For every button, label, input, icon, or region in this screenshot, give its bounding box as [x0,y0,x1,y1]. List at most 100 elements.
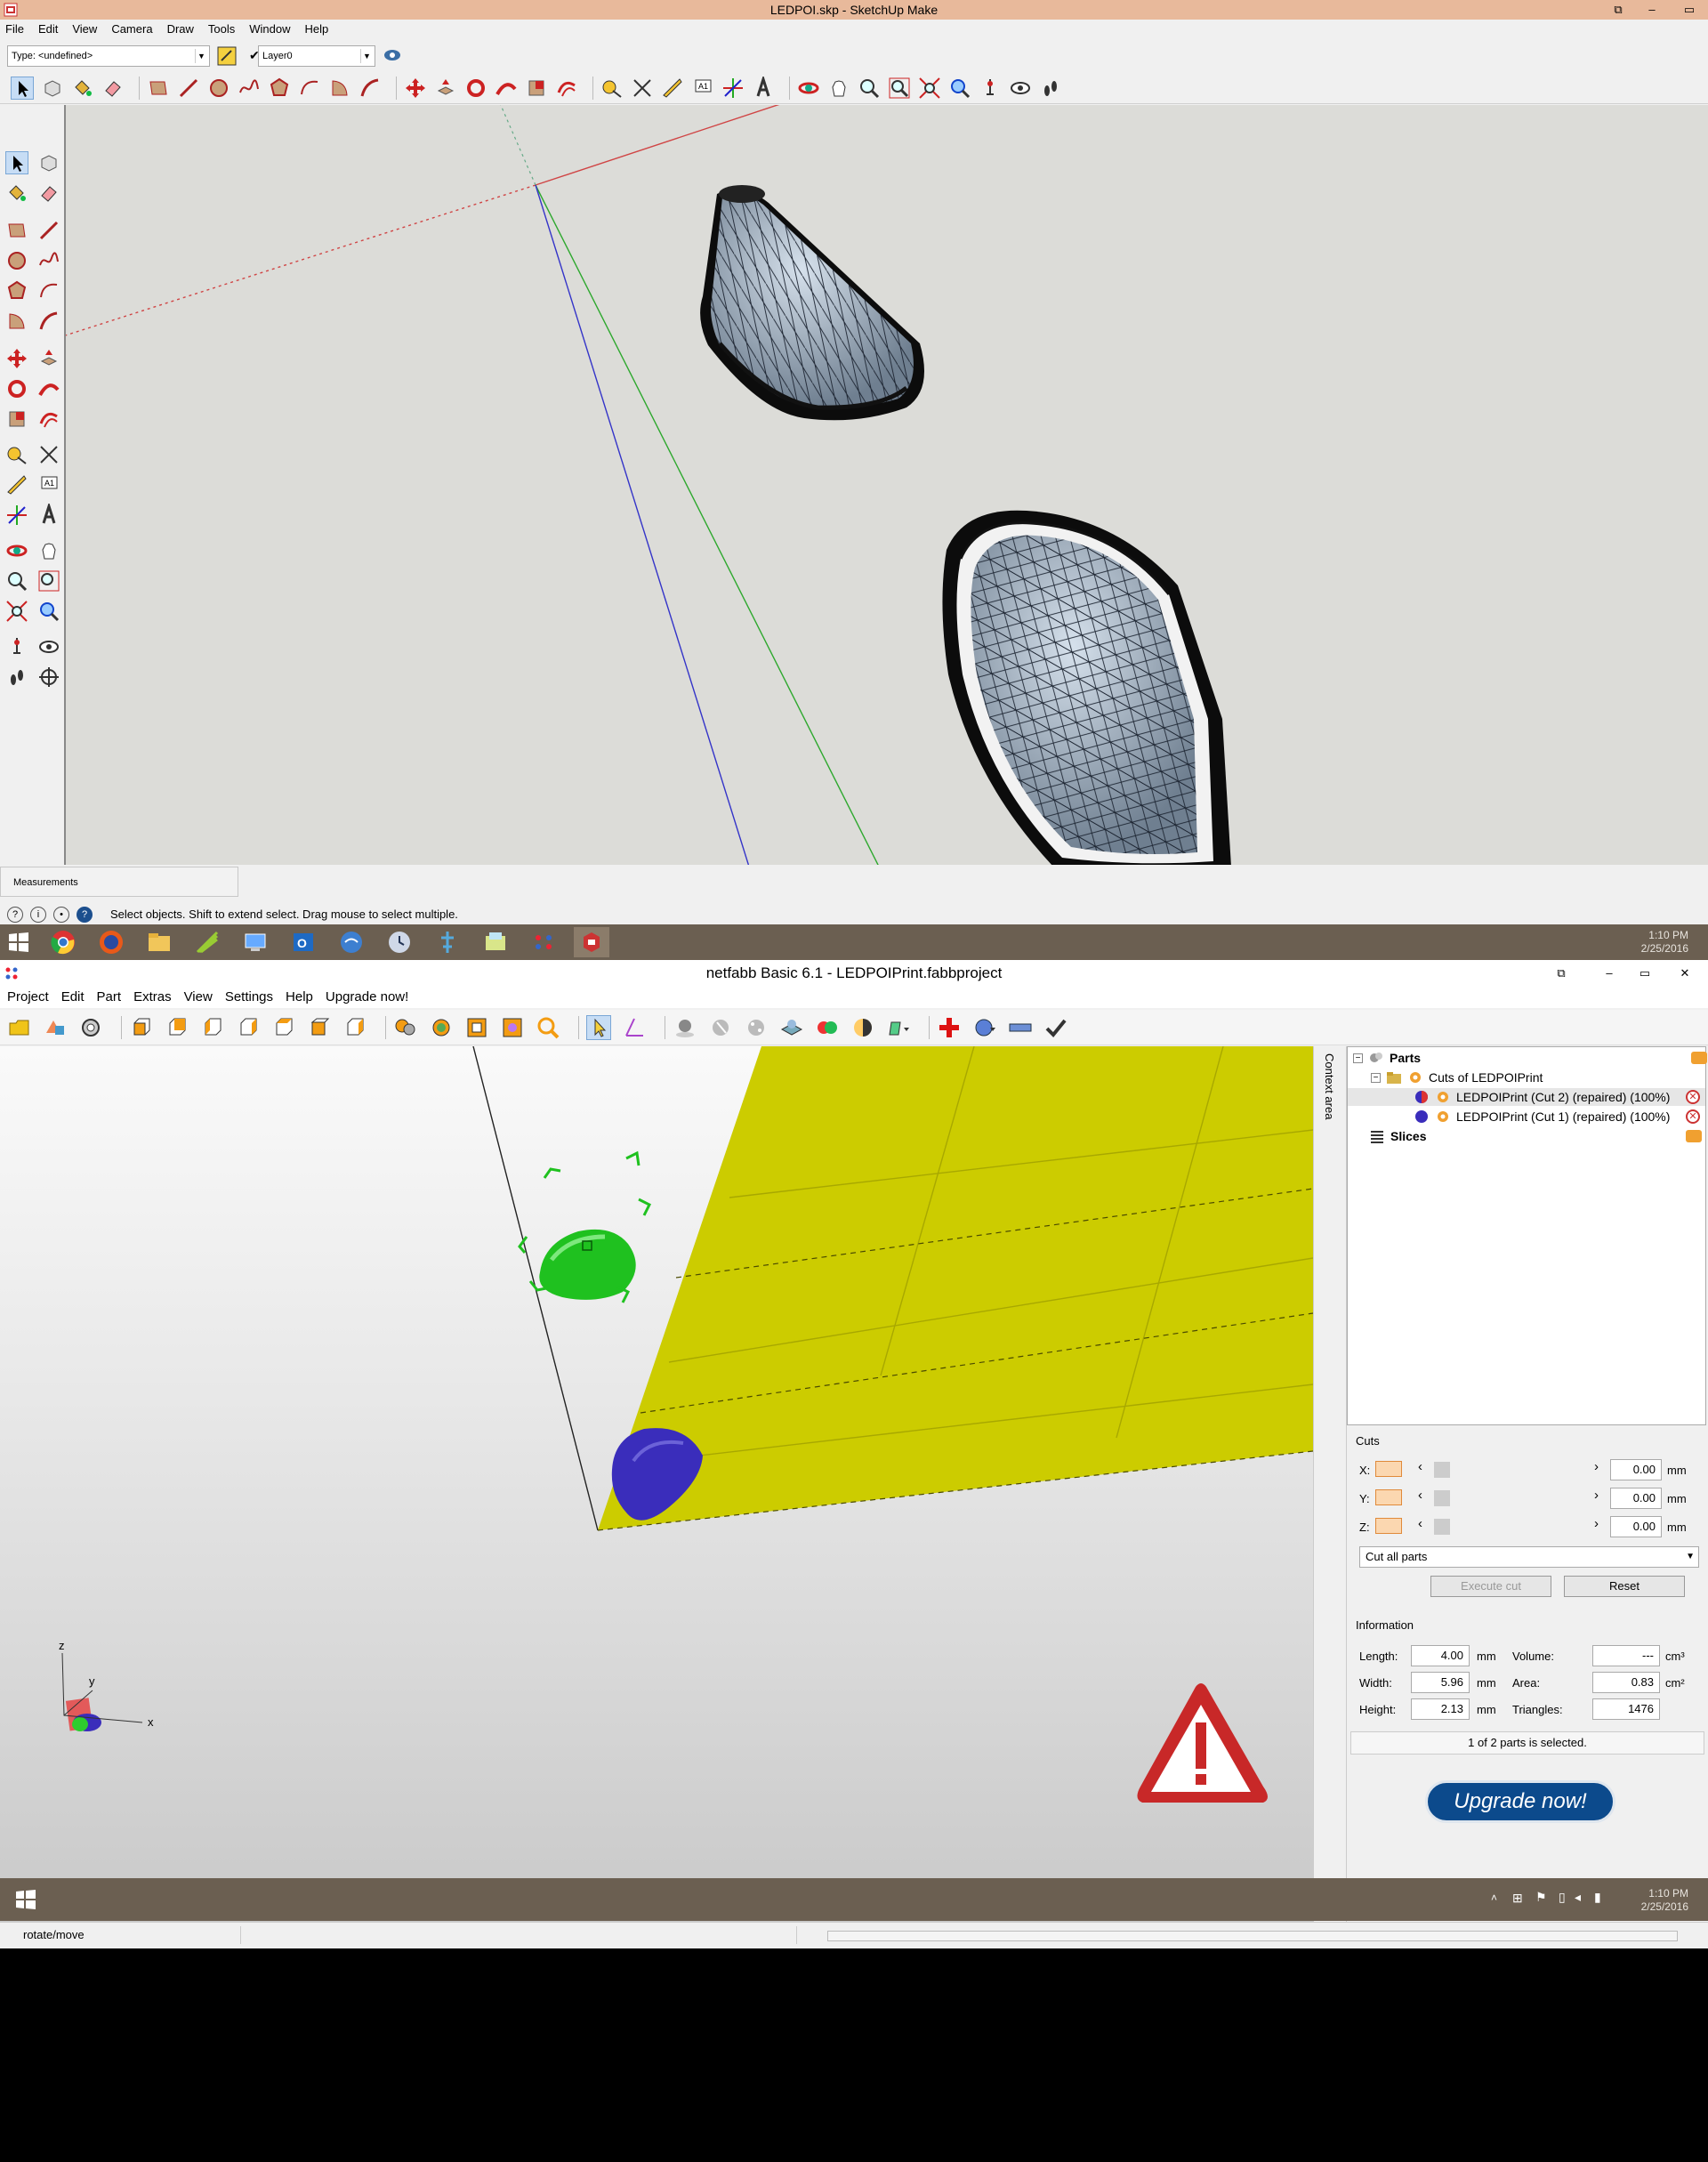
follow-me-icon[interactable] [37,377,60,400]
view-left-icon[interactable] [200,1015,225,1040]
ruler-icon[interactable] [1008,1015,1033,1040]
zoom-tool-icon[interactable] [858,77,881,100]
view-bottom-icon[interactable] [307,1015,332,1040]
select-tool-icon[interactable] [5,151,28,174]
paint-bucket-icon[interactable] [5,182,28,205]
rotate-tool-icon[interactable] [5,377,28,400]
remove-part-icon[interactable]: ✕ [1686,1090,1700,1104]
offset-tool-icon[interactable] [555,77,578,100]
context-area-collapsed[interactable]: Context area [1313,1046,1347,1922]
cut-x-slider-thumb[interactable] [1434,1462,1450,1478]
eraser-icon[interactable] [101,77,125,100]
arc-tool-icon[interactable] [37,279,60,303]
freehand-tool-icon[interactable] [238,77,261,100]
zoom-all-icon[interactable] [393,1015,418,1040]
dimension-tool-icon[interactable] [37,443,60,466]
measure-icon[interactable] [622,1015,647,1040]
execute-cut-button[interactable]: Execute cut [1430,1576,1551,1597]
open-folder-icon[interactable] [7,1015,32,1040]
section-plane-icon[interactable] [37,666,60,689]
previous-view-icon[interactable] [948,77,971,100]
maximize-button[interactable]: ▭ [1676,0,1703,20]
menu-help[interactable]: Help [305,20,329,39]
orbit-tool-icon[interactable] [797,77,820,100]
network-icon[interactable] [238,927,273,957]
axes-tool-icon[interactable] [5,504,28,527]
sketchup-leaf-icon[interactable] [189,927,225,957]
zoom-platform-icon[interactable] [464,1015,489,1040]
menu-help[interactable]: Help [286,987,313,1008]
cut-x-increment[interactable]: › [1594,1459,1599,1474]
wifi-icon[interactable] [334,927,369,957]
outlook-icon[interactable]: O [286,927,321,957]
clock-icon[interactable] [382,927,417,957]
freehand-tool-icon[interactable] [37,249,60,272]
orbit-tool-icon[interactable] [5,539,28,562]
cut-mode-select[interactable]: Cut all parts ▼ [1359,1546,1699,1568]
folder-icon[interactable] [478,927,513,957]
mesh-view-icon[interactable] [708,1015,733,1040]
scale-tool-icon[interactable] [5,407,28,431]
cut-y-slider-thumb[interactable] [1434,1490,1450,1506]
menu-part[interactable]: Part [97,987,122,1008]
polygon-tool-icon[interactable] [5,279,28,303]
pan-tool-icon[interactable] [37,539,60,562]
cut-x-color-swatch[interactable] [1375,1461,1402,1477]
tree-item-parts[interactable]: − Parts [1353,1049,1707,1067]
pie-tool-icon[interactable] [328,77,351,100]
instructor-help-icon[interactable]: ? [77,906,93,923]
zoom-extents-icon[interactable] [918,77,941,100]
walk-tool-icon[interactable] [1039,77,1062,100]
zoom-window-icon[interactable] [37,569,60,593]
entity-info-icon[interactable] [215,44,238,68]
shading-dropdown-icon[interactable] [886,1015,911,1040]
menu-view[interactable]: View [72,20,97,39]
netfabb-viewport[interactable]: z y x [0,1046,1313,1922]
remove-part-icon[interactable]: ✕ [1686,1109,1700,1124]
cut-x-decrement[interactable]: ‹ [1418,1459,1422,1474]
pie-tool-icon[interactable] [5,310,28,333]
minimize-button[interactable]: – [1635,0,1669,20]
magnifier-icon[interactable] [536,1015,560,1040]
large-cone-mesh[interactable] [942,510,1231,865]
cut-z-decrement[interactable]: ‹ [1418,1516,1422,1531]
view-iso-icon[interactable] [342,1015,367,1040]
layer-combo[interactable]: Layer0 ▼ [258,44,375,67]
tape-measure-icon[interactable] [600,77,624,100]
measurements-box[interactable]: Measurements [0,867,238,897]
sketchup-app-icon[interactable] [4,3,18,17]
circle-tool-icon[interactable] [207,77,230,100]
start-icon[interactable] [7,927,30,957]
repair-icon[interactable] [937,1015,962,1040]
type-combo[interactable]: Type: <undefined> ▼ [7,44,210,67]
cut-y-color-swatch[interactable] [1375,1489,1402,1505]
menu-draw[interactable]: Draw [167,20,194,39]
menu-extras[interactable]: Extras [133,987,172,1008]
cut-z-color-swatch[interactable] [1375,1518,1402,1534]
menu-window[interactable]: Window [249,20,290,39]
tree-item-slices[interactable]: Slices [1369,1127,1702,1145]
line-tool-icon[interactable] [37,219,60,242]
points-view-icon[interactable] [744,1015,769,1040]
menu-view[interactable]: View [184,987,213,1008]
make-component-icon[interactable] [41,77,64,100]
credits-icon[interactable]: i [30,906,46,923]
look-around-icon[interactable] [37,635,60,658]
scale-tool-icon[interactable] [525,77,548,100]
small-cone-mesh[interactable] [700,185,924,421]
zoom-tool-icon[interactable] [5,569,28,593]
tree-item-cut-2[interactable]: LEDPOIPrint (Cut 2) (repaired) (100%) ✕ [1348,1088,1705,1106]
firefox-icon[interactable] [93,927,129,957]
rotate-tool-icon[interactable] [464,77,487,100]
collapse-toggle-icon[interactable]: − [1353,1053,1363,1063]
polygon-tool-icon[interactable] [268,77,291,100]
3d-text-icon[interactable] [752,76,775,100]
collapse-toggle-icon[interactable]: − [1371,1072,1381,1083]
previous-view-icon[interactable] [37,600,60,623]
protractor-icon[interactable] [5,473,28,496]
position-camera-icon[interactable] [979,77,1002,100]
netfabb-app-icon[interactable] [4,965,20,981]
push-pull-icon[interactable] [37,347,60,370]
explorer-icon[interactable] [141,927,177,957]
zoom-selection-icon[interactable] [429,1015,454,1040]
